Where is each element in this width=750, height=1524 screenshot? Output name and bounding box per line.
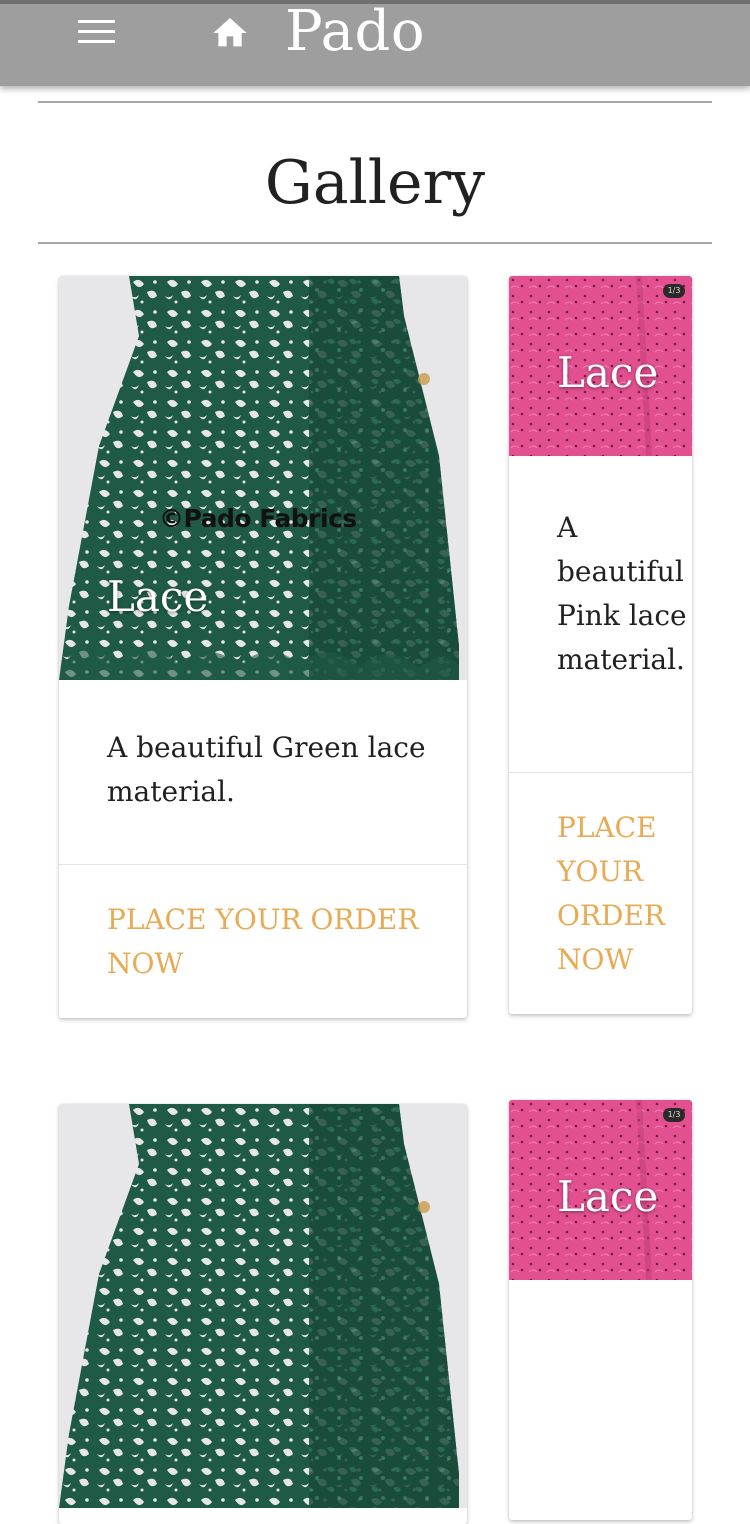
place-order-link[interactable]: PLACE YOUR ORDER NOW — [557, 806, 687, 982]
page-title: Gallery — [264, 148, 486, 218]
gallery-card-green-lace: ©Pado Fabrics Lace A beautiful Green lac… — [59, 276, 467, 1018]
gallery-card-green-lace-2 — [59, 1104, 467, 1524]
card-title: Lace — [557, 1172, 659, 1221]
gallery-card-pink-lace: 1/3 Lace A beautiful Pink lace material.… — [509, 276, 692, 1014]
top-app-bar: Pado — [0, 0, 750, 86]
card-description: A beautiful Green lace material. — [107, 731, 426, 808]
heading-divider-bottom — [38, 242, 712, 244]
place-order-link[interactable]: PLACE YOUR ORDER NOW — [107, 898, 427, 986]
image-counter-badge: 1/3 — [663, 1108, 685, 1122]
card-divider — [509, 772, 692, 773]
brand-title[interactable]: Pado — [285, 0, 425, 66]
card-title: Lace — [557, 348, 659, 397]
green-lace-image[interactable] — [59, 1104, 467, 1508]
card-divider — [59, 864, 467, 865]
card-title: Lace — [107, 572, 209, 621]
heading-divider-top — [38, 101, 712, 103]
image-counter-badge: 1/3 — [663, 284, 685, 298]
card-description: A beautiful Pink lace material. — [557, 511, 687, 676]
hamburger-menu-icon[interactable] — [78, 20, 118, 46]
home-icon[interactable] — [210, 13, 250, 53]
gallery-card-pink-lace-2: 1/3 Lace — [509, 1100, 692, 1520]
image-watermark: ©Pado Fabrics — [159, 504, 357, 533]
